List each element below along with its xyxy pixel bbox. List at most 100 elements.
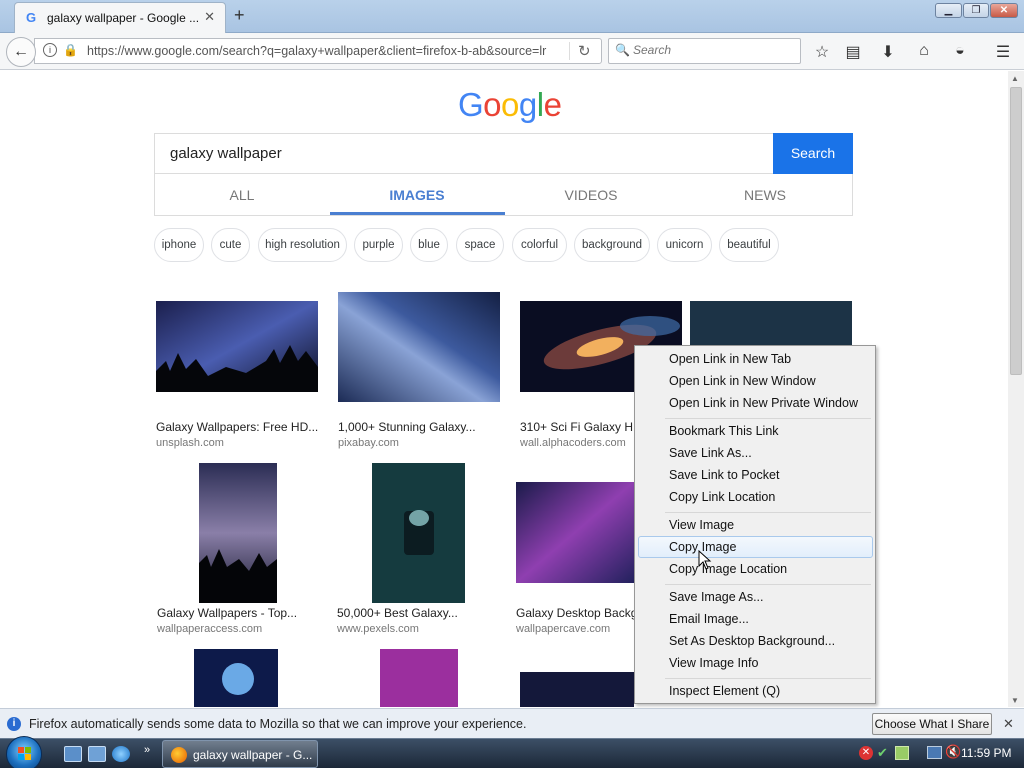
security-alert-icon[interactable]: ✕ — [859, 746, 873, 760]
result-image[interactable] — [199, 463, 277, 603]
result-caption[interactable]: Galaxy Wallpapers: Free HD... — [156, 420, 318, 434]
logo-letter: l — [536, 86, 544, 123]
menu-item-copy-link-location[interactable]: Copy Link Location — [669, 490, 775, 504]
menu-item-save-link-as[interactable]: Save Link As... — [669, 446, 752, 460]
filter-chip[interactable]: purple — [354, 228, 403, 262]
menu-item-view-image[interactable]: View Image — [669, 518, 734, 532]
query-box[interactable] — [154, 133, 774, 174]
google-logo[interactable]: Google — [458, 86, 562, 124]
filter-chip[interactable]: colorful — [512, 228, 567, 262]
url-text[interactable]: https://www.google.com/search?q=galaxy+w… — [87, 44, 546, 58]
result-caption[interactable]: 50,000+ Best Galaxy... — [337, 606, 458, 620]
logo-letter: o — [501, 86, 519, 123]
new-tab-button[interactable]: + — [234, 5, 245, 26]
clock[interactable]: 11:59 PM — [961, 746, 1011, 760]
bookmark-star-icon[interactable]: ☆ — [811, 42, 833, 62]
filter-chip[interactable]: blue — [410, 228, 448, 262]
scroll-up-icon[interactable]: ▲ — [1011, 74, 1019, 83]
result-image[interactable] — [380, 649, 458, 707]
menu-item-copy-image-location[interactable]: Copy Image Location — [669, 562, 787, 576]
menu-item-inspect-element[interactable]: Inspect Element (Q) — [669, 684, 780, 698]
firefox-icon — [171, 747, 187, 763]
volume-muted-icon[interactable]: 🔇 — [945, 744, 961, 760]
filter-chip[interactable]: iphone — [154, 228, 204, 262]
filter-chip[interactable]: space — [456, 228, 504, 262]
result-source: wallpapercave.com — [516, 623, 611, 635]
result-image[interactable] — [156, 301, 318, 392]
notification-bar: i Firefox automatically sends some data … — [0, 708, 1024, 738]
info-icon[interactable]: i — [43, 43, 57, 57]
choose-what-i-share-button[interactable]: Choose What I Share — [872, 713, 992, 735]
tray-app-icon[interactable] — [895, 746, 909, 760]
menu-item-bookmark-link[interactable]: Bookmark This Link — [669, 424, 779, 438]
start-button[interactable] — [6, 736, 42, 768]
scroll-down-icon[interactable]: ▼ — [1011, 696, 1019, 705]
back-button[interactable]: ← — [6, 37, 36, 67]
close-window-button[interactable]: ✕ — [990, 3, 1018, 18]
browser-search-input[interactable] — [633, 43, 793, 57]
downloads-icon[interactable]: ⬇ — [877, 42, 899, 62]
menu-item-open-new-window[interactable]: Open Link in New Window — [669, 374, 816, 388]
menu-item-set-desktop-background[interactable]: Set As Desktop Background... — [669, 634, 835, 648]
home-icon[interactable]: ⌂ — [913, 42, 935, 60]
scrollbar-thumb[interactable] — [1010, 87, 1022, 375]
quick-launch-more-icon[interactable]: » — [144, 744, 150, 756]
menu-item-email-image[interactable]: Email Image... — [669, 612, 749, 626]
filter-chip[interactable]: cute — [211, 228, 250, 262]
browser-tab[interactable]: G galaxy wallpaper - Google ... ✕ — [14, 2, 226, 33]
network-icon[interactable] — [927, 746, 942, 759]
menu-item-view-image-info[interactable]: View Image Info — [669, 656, 758, 670]
filter-chip[interactable]: beautiful — [719, 228, 779, 262]
page-scrollbar[interactable]: ▲ ▼ — [1008, 71, 1024, 707]
menu-separator — [665, 678, 871, 679]
active-tab-indicator — [330, 212, 505, 215]
taskbar-task-label: galaxy wallpaper - G... — [193, 748, 313, 762]
tab-all[interactable]: ALL — [155, 187, 329, 203]
taskbar-firefox-button[interactable]: galaxy wallpaper - G... — [162, 740, 318, 768]
result-image[interactable] — [516, 482, 634, 583]
restore-button[interactable]: ❐ — [963, 3, 989, 18]
minimize-button[interactable]: ▁ — [935, 3, 962, 18]
tab-videos[interactable]: VIDEOS — [504, 187, 678, 203]
logo-letter: o — [483, 86, 502, 123]
result-caption[interactable]: Galaxy Desktop Backg — [516, 606, 637, 620]
internet-explorer-icon[interactable] — [112, 746, 130, 762]
result-image[interactable] — [194, 649, 278, 707]
result-caption[interactable]: Galaxy Wallpapers - Top... — [157, 606, 297, 620]
filter-chip[interactable]: unicorn — [657, 228, 712, 262]
antivirus-icon[interactable]: ✔ — [877, 745, 888, 761]
tab-images[interactable]: IMAGES — [330, 187, 504, 203]
result-image[interactable] — [372, 463, 465, 603]
url-bar[interactable]: i 🔒 https://www.google.com/search?q=gala… — [34, 38, 602, 64]
menu-item-save-image-as[interactable]: Save Image As... — [669, 590, 764, 604]
query-input[interactable] — [170, 145, 760, 162]
menu-item-open-new-tab[interactable]: Open Link in New Tab — [669, 352, 791, 366]
info-icon: i — [7, 717, 21, 731]
close-notification-icon[interactable]: ✕ — [1003, 716, 1014, 732]
reload-icon[interactable]: ↻ — [578, 42, 591, 60]
filter-chip[interactable]: high resolution — [258, 228, 347, 262]
result-source: wall.alphacoders.com — [520, 437, 626, 449]
menu-icon[interactable]: ☰ — [992, 42, 1014, 62]
result-caption[interactable]: 1,000+ Stunning Galaxy... — [338, 420, 476, 434]
result-source: pixabay.com — [338, 437, 399, 449]
search-button[interactable]: Search — [773, 133, 853, 174]
menu-item-open-private-window[interactable]: Open Link in New Private Window — [669, 396, 858, 410]
show-desktop-icon[interactable] — [64, 746, 82, 762]
title-bar: G galaxy wallpaper - Google ... ✕ + ▁ ❐ … — [0, 0, 1024, 33]
menu-item-save-link-pocket[interactable]: Save Link to Pocket — [669, 468, 779, 482]
close-tab-icon[interactable]: ✕ — [204, 9, 215, 25]
reading-list-icon[interactable]: ▤ — [842, 42, 864, 62]
switch-windows-icon[interactable] — [88, 746, 106, 762]
pocket-icon[interactable]: ◒ — [949, 42, 971, 60]
tab-news[interactable]: NEWS — [678, 187, 852, 203]
result-image[interactable] — [338, 292, 500, 402]
search-icon: 🔍 — [615, 43, 630, 57]
filter-chip[interactable]: background — [574, 228, 650, 262]
context-menu: Open Link in New Tab Open Link in New Wi… — [634, 345, 876, 704]
result-image[interactable] — [520, 672, 634, 707]
lock-icon: 🔒 — [63, 43, 78, 57]
result-caption[interactable]: 310+ Sci Fi Galaxy H — [520, 420, 633, 434]
taskbar: » galaxy wallpaper - G... ✕ ✔ 🔇 11:59 PM — [0, 736, 1024, 768]
browser-search-box[interactable]: 🔍 — [608, 38, 801, 64]
